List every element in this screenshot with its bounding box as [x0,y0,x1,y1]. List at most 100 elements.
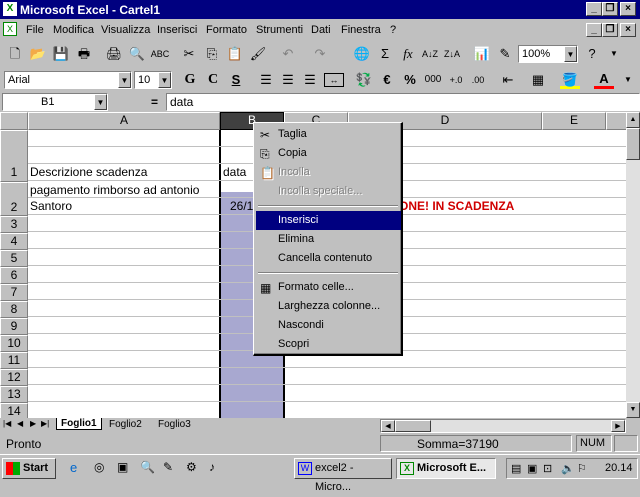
menu-visualizza[interactable]: Visualizza [101,24,150,36]
quicklaunch-tool-icon[interactable]: ⚙ [186,460,197,474]
font-size-select[interactable]: 10 ▼ [134,71,172,89]
clock[interactable]: 20.14 [605,462,633,474]
chart-wizard-icon[interactable]: 📊 [472,45,492,63]
menu-item-column-width[interactable]: Larghezza colonne... [256,297,401,316]
paste-icon[interactable]: 📋 [225,45,245,63]
menu-item-cut[interactable]: ✂ Taglia [256,125,401,144]
quicklaunch-desktop-icon[interactable]: ▣ [117,460,128,474]
menu-item-copy[interactable]: ⎘ Copia [256,144,401,163]
hyperlink-icon[interactable]: 🌐 [352,45,372,63]
scroll-thumb[interactable] [626,128,640,160]
autosum-icon[interactable]: Σ [375,45,395,63]
menu-item-delete[interactable]: Elimina [256,230,401,249]
chevron-down-icon[interactable]: ▼ [94,94,107,110]
euro-icon[interactable]: € [377,71,397,89]
thousands-button[interactable]: 000 [423,71,443,89]
merge-center-icon[interactable]: ↔ [324,73,344,87]
menu-dati[interactable]: Dati [311,24,331,36]
tab-foglio3[interactable]: Foglio3 [158,419,191,430]
print-preview-icon[interactable]: 🖶 [74,45,94,63]
menu-inserisci[interactable]: Inserisci [157,24,197,36]
scroll-left-icon[interactable]: ◀ [381,420,395,432]
decrease-decimal-icon[interactable]: .00 [468,71,488,89]
cell-b1[interactable]: data [223,165,246,179]
align-center-icon[interactable]: ☰ [278,71,298,89]
preview-icon[interactable]: 🔍 [127,45,147,63]
tray-monitor-icon[interactable]: ▣ [527,462,537,475]
menu-file[interactable]: File [26,24,44,36]
menu-item-clear[interactable]: Cancella contenuto [256,249,401,268]
row-header-1[interactable]: 1 [0,130,28,182]
font-color-icon[interactable]: A [594,71,614,89]
italic-button[interactable]: C [203,71,223,89]
tab-nav-next-icon[interactable]: ▶ [30,419,36,428]
quicklaunch-ie-icon[interactable]: e [70,460,77,475]
start-button[interactable]: Start [2,458,56,479]
quicklaunch-search-icon[interactable]: 🔍 [140,460,155,474]
new-icon[interactable]: 🗋 [5,45,25,63]
minimize-button[interactable]: _ [586,2,602,16]
menu-item-hide[interactable]: Nascondi [256,316,401,335]
row-header-7[interactable]: 7 [0,284,28,301]
scroll-hthumb[interactable] [395,420,431,432]
vertical-scrollbar[interactable]: ▲ ▼ [626,112,640,418]
menu-help[interactable]: ? [390,24,396,36]
column-header-a[interactable]: A [28,112,220,130]
print-icon[interactable]: 🖨 [104,45,124,63]
row-header-11[interactable]: 11 [0,352,28,369]
underline-button[interactable]: S [226,71,246,89]
currency-icon[interactable]: 💱 [354,71,374,89]
doc-close-button[interactable]: × [620,23,636,37]
menu-item-insert[interactable]: Inserisci [256,211,401,230]
close-button[interactable]: × [620,2,636,16]
chevron-down-icon[interactable]: ▼ [564,46,577,62]
row-header-12[interactable]: 12 [0,369,28,386]
font-select[interactable]: Arial ▼ [4,71,132,89]
borders-icon[interactable]: ▦ [528,71,548,89]
name-box[interactable]: B1 ▼ [2,93,108,111]
row-header-5[interactable]: 5 [0,250,28,267]
doc-minimize-button[interactable]: _ [586,23,602,37]
tab-nav-prev-icon[interactable]: ◀ [17,419,23,428]
tab-foglio1[interactable]: Foglio1 [56,418,102,430]
row-header-8[interactable]: 8 [0,301,28,318]
tab-foglio2[interactable]: Foglio2 [109,419,142,430]
tray-volume-icon[interactable]: 🔈 [561,462,575,475]
tray-lang-icon[interactable]: ⚐ [577,462,587,475]
format-painter-icon[interactable]: 🖌 [248,45,268,63]
menu-item-unhide[interactable]: Scopri [256,335,401,354]
percent-button[interactable]: % [400,71,420,89]
cut-icon[interactable]: ✂ [179,45,199,63]
row-header-2[interactable]: 2 [0,182,28,216]
column-header-e[interactable]: E [542,112,606,130]
menu-modifica[interactable]: Modifica [53,24,94,36]
drawing-icon[interactable]: ✎ [495,45,515,63]
cell-a2-line1[interactable]: pagamento rimborso ad antonio [30,183,199,197]
column-header-f[interactable] [606,112,626,130]
row-header-4[interactable]: 4 [0,233,28,250]
row-header-14[interactable]: 14 [0,403,28,418]
quicklaunch-note-icon[interactable]: ✎ [163,460,173,474]
quicklaunch-outlook-icon[interactable]: ◎ [94,460,104,474]
function-icon[interactable]: fx [398,45,418,63]
select-all-corner[interactable] [0,112,28,130]
undo-icon[interactable]: ↶ [278,45,298,63]
spelling-icon[interactable]: ABC [150,45,170,63]
row-header-3[interactable]: 3 [0,216,28,233]
menu-formato[interactable]: Formato [206,24,247,36]
scroll-right-icon[interactable]: ▶ [611,420,625,432]
toolbar-options-icon[interactable]: ▼ [604,45,624,63]
chevron-down-icon[interactable]: ▼ [158,72,171,88]
row-header-10[interactable]: 10 [0,335,28,352]
sort-asc-icon[interactable]: A↓Z [420,45,440,63]
office-assistant-icon[interactable]: ? [582,45,602,63]
row-header-13[interactable]: 13 [0,386,28,403]
copy-icon[interactable]: ⎘ [202,45,222,63]
formula-input[interactable]: data [166,93,640,111]
bold-button[interactable]: G [180,71,200,89]
sort-desc-icon[interactable]: Z↓A [442,45,462,63]
tray-device-icon[interactable]: ⊡ [543,462,552,475]
doc-restore-button[interactable]: ❐ [602,23,618,37]
align-left-icon[interactable]: ☰ [256,71,276,89]
row-header-9[interactable]: 9 [0,318,28,335]
